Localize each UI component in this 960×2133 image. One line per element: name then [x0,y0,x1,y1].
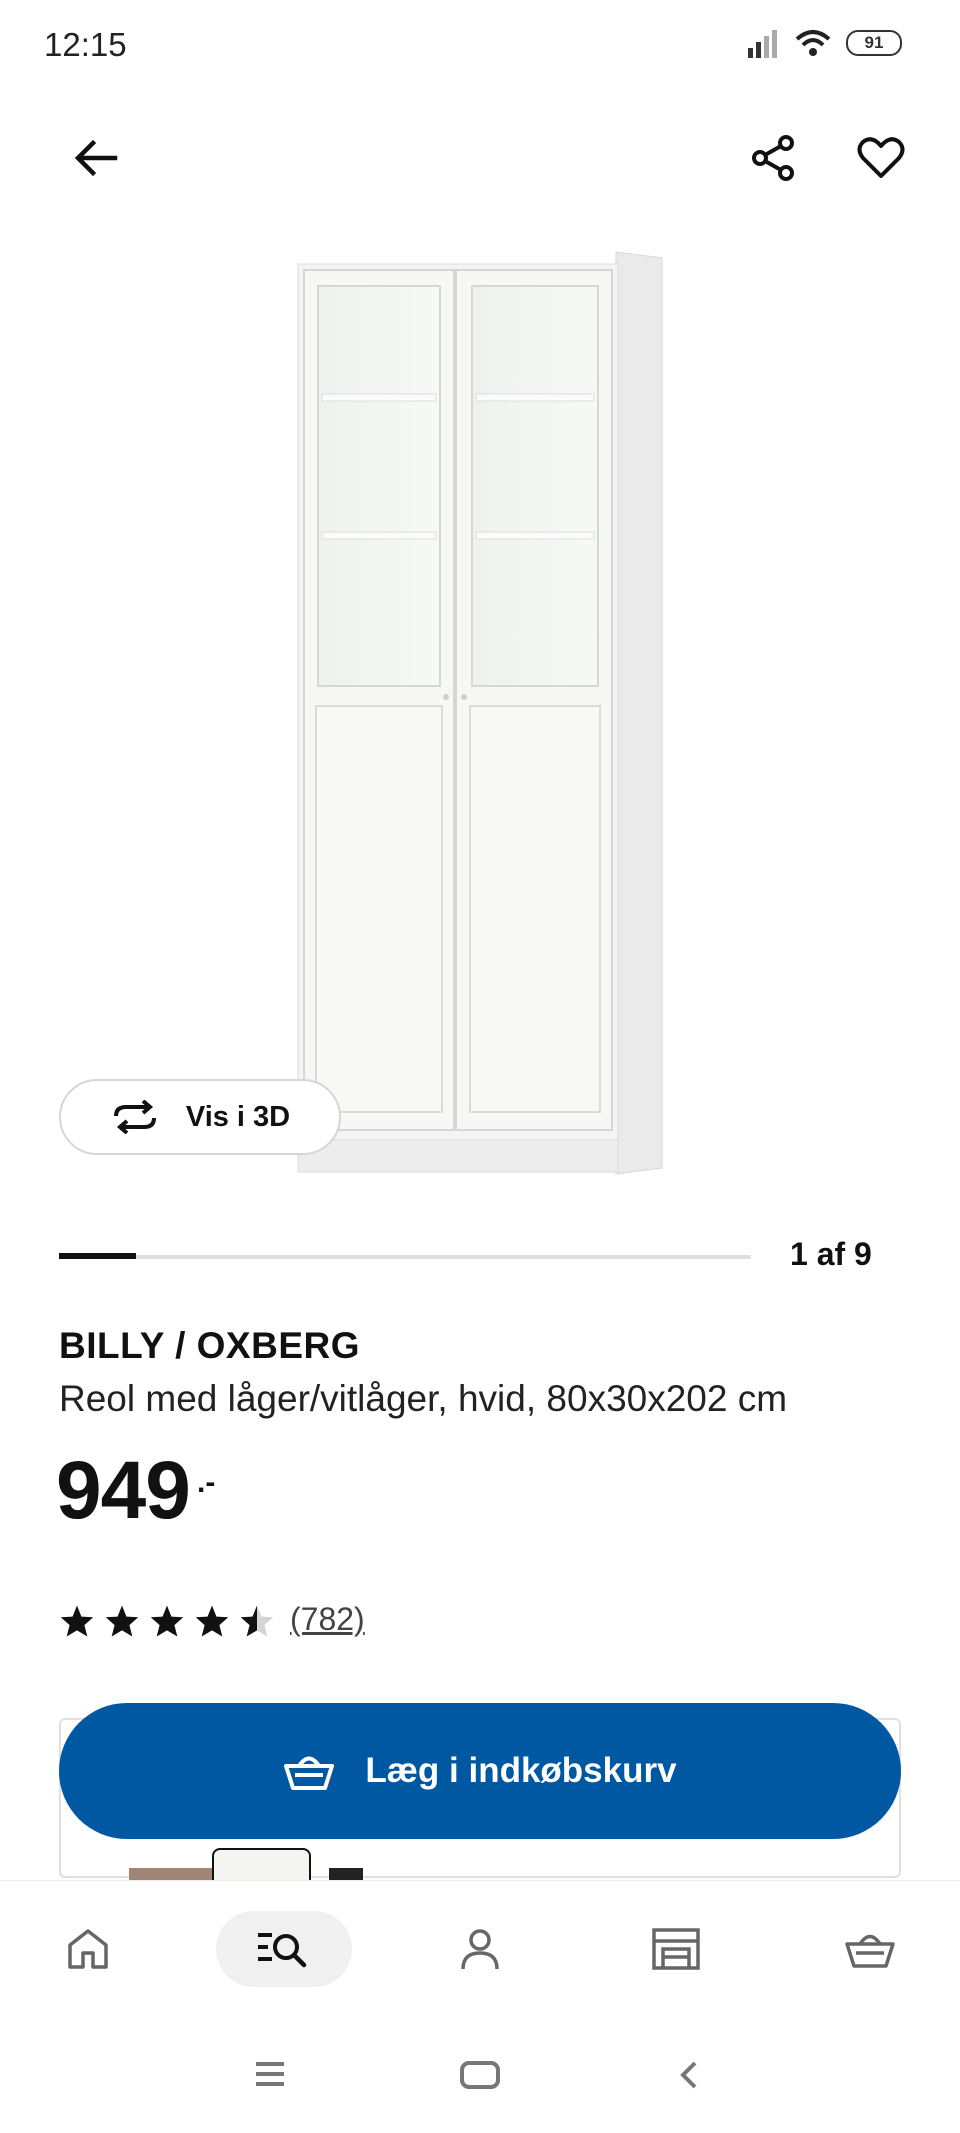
share-icon [752,135,794,181]
system-home-button[interactable] [459,2060,501,2095]
carousel-progress-track [59,1255,751,1259]
share-button[interactable] [738,122,810,194]
person-icon [461,1929,499,1970]
bottom-navigation [0,1880,960,2031]
review-count-link[interactable]: (782) [290,1601,365,1638]
carousel-counter: 1 af 9 [790,1236,872,1272]
product-name: BILLY / OXBERG [59,1325,361,1366]
view-3d-label: Vis i 3D [185,1100,291,1133]
status-time: 12:15 [44,26,127,63]
system-menu-button[interactable] [254,2060,286,2093]
star-icon [105,1605,139,1637]
heart-icon [857,137,905,178]
menu-icon [256,2062,284,2086]
arrow-left-icon [74,139,118,177]
battery-indicator: 91 [846,30,902,56]
rating-stars[interactable] [59,1604,275,1638]
price-suffix: .- [197,1466,216,1499]
product-description: Reol med låger/vitlåger, hvid, 80x30x202… [59,1378,788,1419]
product-price: 949 [56,1445,191,1536]
basket-icon [845,1934,895,1968]
search-icon [258,1933,307,1968]
nav-search[interactable] [216,1911,352,1987]
star-icon [195,1605,229,1637]
wifi-icon [795,30,831,56]
signal-icon [748,30,777,58]
star-icon [150,1605,184,1637]
home-icon [68,1929,108,1969]
basket-icon [284,1756,335,1790]
nav-cart[interactable] [822,1911,918,1987]
nav-home[interactable] [40,1911,136,1987]
add-to-cart-label: Læg i indkøbskurv [365,1751,677,1790]
back-button[interactable] [60,122,132,194]
favorite-button[interactable] [845,122,917,194]
variant-swatch-brown[interactable] [129,1868,224,1880]
star-icon [60,1605,94,1637]
carousel-progress-fill [59,1253,136,1259]
add-to-cart-button[interactable]: Læg i indkøbskurv [59,1703,901,1839]
home-square-icon [460,2061,500,2089]
rotate-3d-icon [113,1100,156,1134]
nav-profile[interactable] [432,1911,528,1987]
nav-store[interactable] [628,1911,724,1987]
system-navigation [0,2030,960,2133]
system-back-button[interactable] [677,2060,701,2095]
status-icons: 91 [746,28,902,58]
product-image[interactable] [286,250,676,1180]
variant-swatch-black[interactable] [329,1868,363,1880]
store-icon [652,1928,700,1970]
view-3d-button[interactable]: Vis i 3D [59,1079,341,1155]
half-star-icon [240,1605,274,1637]
variant-swatch-white-selected[interactable] [212,1848,311,1882]
chevron-left-icon [680,2061,697,2089]
